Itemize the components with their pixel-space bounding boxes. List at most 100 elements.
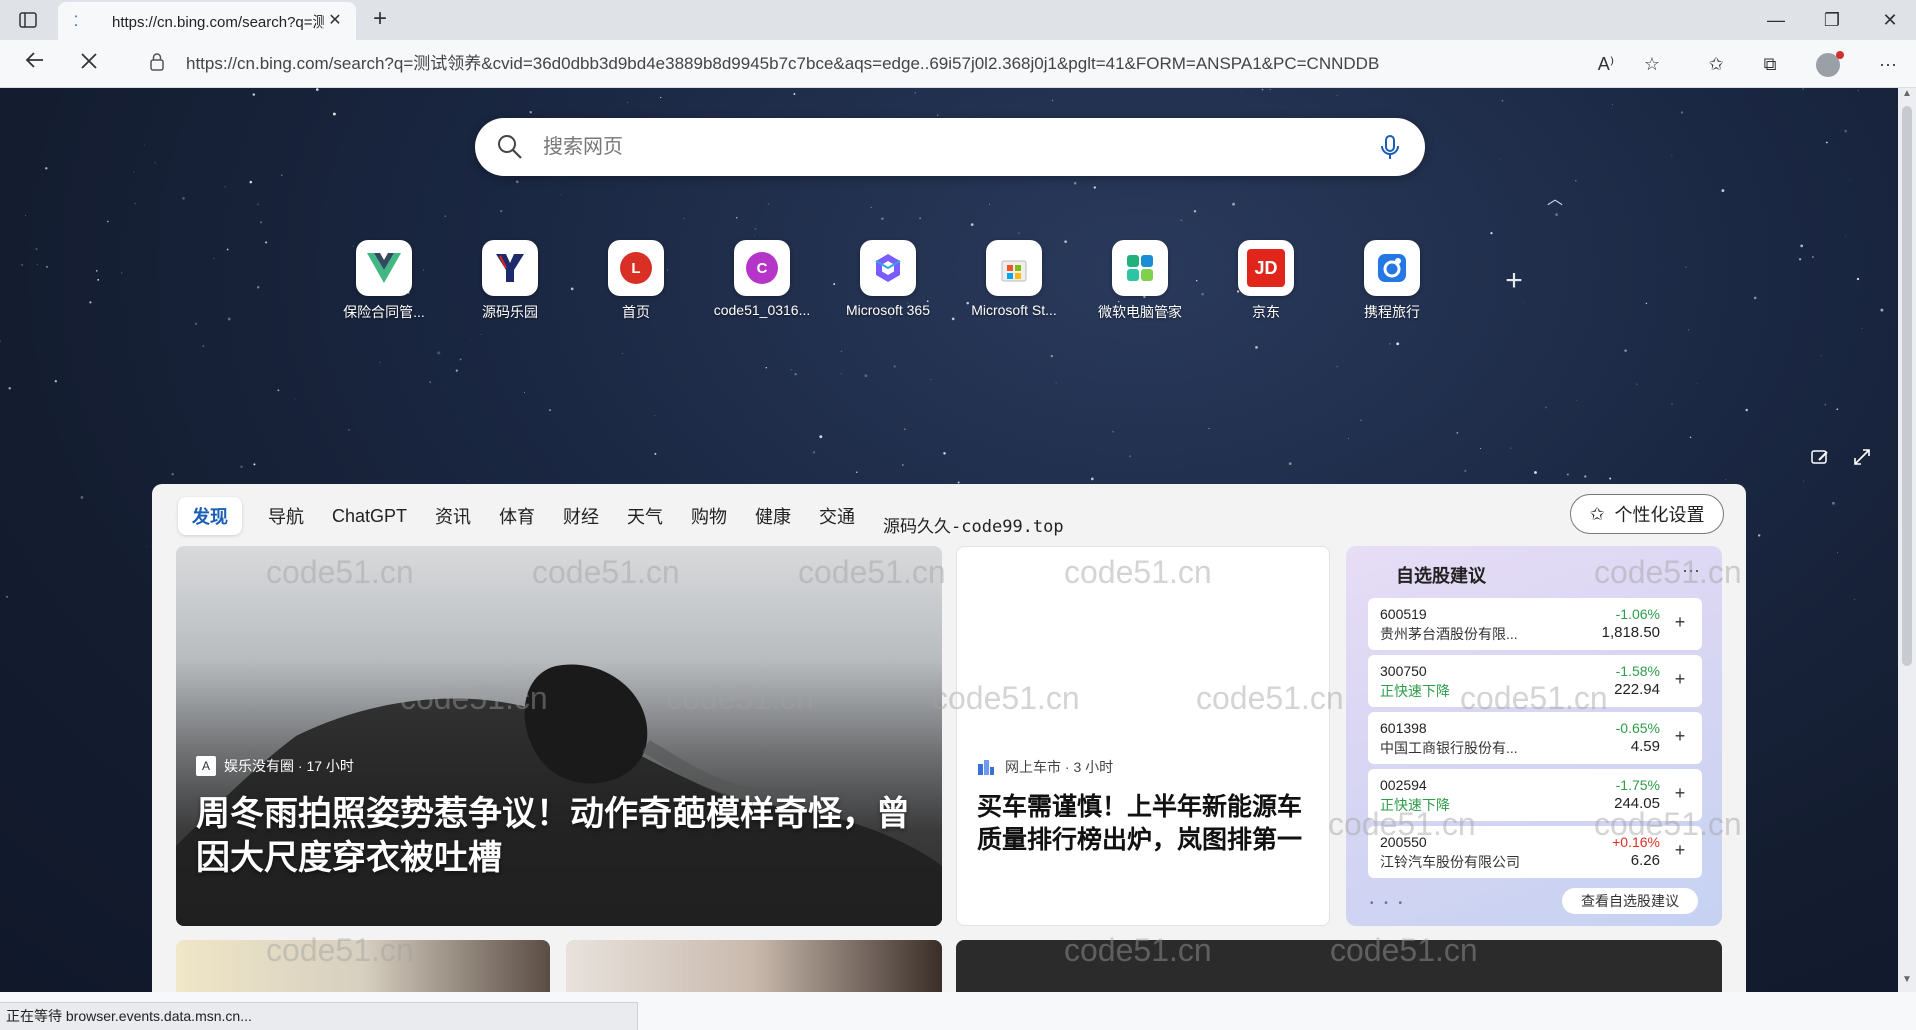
feed-tab-shopping[interactable]: 购物 xyxy=(691,503,727,529)
collections-icon[interactable]: ⧉ xyxy=(1754,50,1786,78)
letter-c-icon: C xyxy=(734,240,790,296)
star xyxy=(1861,327,1863,329)
wallpaper-edit-icon[interactable] xyxy=(1808,448,1832,472)
lock-icon[interactable] xyxy=(146,52,168,76)
feed-tab-finance[interactable]: 财经 xyxy=(563,503,599,529)
add-favorite-icon[interactable]: ☆ xyxy=(1636,50,1668,78)
scroll-thumb[interactable] xyxy=(1902,106,1912,666)
scroll-up-arrow-icon[interactable]: ▲ xyxy=(1898,88,1916,104)
star xyxy=(1501,99,1504,102)
star xyxy=(1845,236,1847,237)
stock-row[interactable]: 002594 正快速下降 -1.75% 244.05 + xyxy=(1368,769,1702,821)
microphone-icon[interactable] xyxy=(1375,132,1405,162)
star xyxy=(455,369,458,372)
stop-loading-button[interactable] xyxy=(74,50,104,78)
carousel-dots[interactable]: • • • xyxy=(1370,898,1406,909)
close-tab-icon[interactable]: ✕ xyxy=(324,10,346,32)
quick-link-0[interactable]: 保险合同管... xyxy=(321,240,447,328)
star xyxy=(249,180,253,184)
news-card-partial[interactable] xyxy=(176,940,550,992)
hero-title[interactable]: 周冬雨拍照姿势惹争议！动作奇葩模样奇怪，曾因大尺度穿衣被吐槽 xyxy=(196,792,916,880)
new-tab-button[interactable]: + xyxy=(366,6,394,34)
vue-logo-icon xyxy=(356,240,412,296)
star xyxy=(627,101,628,103)
add-stock-icon[interactable]: + xyxy=(1670,612,1690,632)
star xyxy=(1753,296,1757,300)
star xyxy=(459,358,462,361)
star xyxy=(919,217,921,220)
stock-row[interactable]: 300750 正快速下降 -1.58% 222.94 + xyxy=(1368,655,1702,707)
news-card-partial[interactable] xyxy=(956,940,1722,992)
star xyxy=(133,171,135,173)
star xyxy=(134,202,136,204)
close-window-button[interactable]: ✕ xyxy=(1870,6,1910,34)
scroll-down-arrow-icon[interactable]: ▼ xyxy=(1898,974,1916,990)
ctrip-logo-icon xyxy=(1364,240,1420,296)
star xyxy=(1853,598,1856,601)
star xyxy=(736,217,738,219)
star xyxy=(1180,219,1183,222)
read-aloud-icon[interactable]: A⁾ xyxy=(1590,50,1622,78)
star xyxy=(294,398,296,400)
more-menu-icon[interactable]: ··· xyxy=(1872,50,1904,78)
feed-tab-traffic[interactable]: 交通 xyxy=(819,503,855,529)
star xyxy=(224,186,226,188)
star xyxy=(1636,383,1638,385)
stock-row[interactable]: 601398 中国工商银行股份有... -0.65% 4.59 + xyxy=(1368,712,1702,764)
expand-icon[interactable] xyxy=(1850,448,1874,472)
star xyxy=(1269,88,1271,91)
add-stock-icon[interactable]: + xyxy=(1670,840,1690,860)
stock-row[interactable]: 200550 江铃汽车股份有限公司 +0.16% 6.26 + xyxy=(1368,826,1702,878)
feed-tab-weather[interactable]: 天气 xyxy=(627,503,663,529)
search-icon xyxy=(498,135,522,159)
quick-link-1[interactable]: 源码乐园 xyxy=(447,240,573,328)
add-stock-icon[interactable]: + xyxy=(1670,726,1690,746)
add-stock-icon[interactable]: + xyxy=(1670,669,1690,689)
quick-link-8[interactable]: 携程旅行 xyxy=(1329,240,1455,328)
feed-tab-navigation[interactable]: 导航 xyxy=(268,503,304,529)
feed-tab-discover[interactable]: 发现 xyxy=(178,497,242,535)
news-card[interactable]: 网上车市 · 3 小时 买车需谨慎！上半年新能源车质量排行榜出炉，岚图排第一 xyxy=(956,546,1330,926)
quick-link-4[interactable]: Microsoft 365 xyxy=(825,240,951,328)
search-box[interactable] xyxy=(475,118,1425,176)
vertical-scrollbar[interactable]: ▲ ▼ xyxy=(1898,88,1916,992)
star xyxy=(1360,419,1362,422)
star xyxy=(1464,469,1467,473)
star xyxy=(1576,400,1578,401)
add-stock-icon[interactable]: + xyxy=(1670,783,1690,803)
news-title[interactable]: 买车需谨慎！上半年新能源车质量排行榜出炉，岚图排第一 xyxy=(977,791,1317,857)
feed-tab-sports[interactable]: 体育 xyxy=(499,503,535,529)
view-stock-suggestions-link[interactable]: 查看自选股建议 xyxy=(1562,888,1698,914)
feed-tab-news[interactable]: 资讯 xyxy=(435,503,471,529)
feed-tab-health[interactable]: 健康 xyxy=(755,503,791,529)
profile-avatar[interactable] xyxy=(1812,50,1844,78)
star xyxy=(146,545,147,547)
star xyxy=(332,112,336,116)
favorites-icon[interactable]: ✩ xyxy=(1700,50,1732,78)
personalize-button[interactable]: ✩ 个性化设置 xyxy=(1570,494,1724,534)
browser-tab[interactable]: ⁚ https://cn.bing.com/search?q=测 ✕ xyxy=(58,2,356,40)
feed-tab-chatgpt[interactable]: ChatGPT xyxy=(332,506,407,527)
quick-link-6[interactable]: 微软电脑管家 xyxy=(1077,240,1203,328)
quick-link-2[interactable]: L 首页 xyxy=(573,240,699,328)
hero-news-card[interactable]: A 娱乐没有圈 · 17 小时 周冬雨拍照姿势惹争议！动作奇葩模样奇怪，曾因大尺… xyxy=(176,546,942,926)
quick-link-7[interactable]: JD 京东 xyxy=(1203,240,1329,328)
chevron-up-icon[interactable]: ︿ xyxy=(1544,192,1566,208)
quick-link-3[interactable]: C code51_0316... xyxy=(699,240,825,328)
star xyxy=(515,180,519,184)
back-button[interactable] xyxy=(20,50,50,78)
more-options-icon[interactable]: ··· xyxy=(1682,560,1700,581)
stock-row[interactable]: 600519 贵州茅台酒股份有限... -1.06% 1,818.50 + xyxy=(1368,598,1702,650)
minimize-button[interactable]: — xyxy=(1756,6,1796,34)
search-input[interactable] xyxy=(543,130,1303,164)
url-field[interactable]: https://cn.bing.com/search?q=测试领养&cvid=3… xyxy=(186,52,1416,76)
star xyxy=(754,235,755,236)
news-card-partial[interactable] xyxy=(566,940,942,992)
quick-link-5[interactable]: Microsoft St... xyxy=(951,240,1077,328)
sidebar-toggle-icon[interactable] xyxy=(14,8,42,32)
add-quick-link-button[interactable]: + xyxy=(1498,266,1530,298)
restore-button[interactable]: ❐ xyxy=(1812,6,1852,34)
star xyxy=(1802,480,1804,482)
star xyxy=(194,322,198,326)
star xyxy=(1480,447,1482,449)
